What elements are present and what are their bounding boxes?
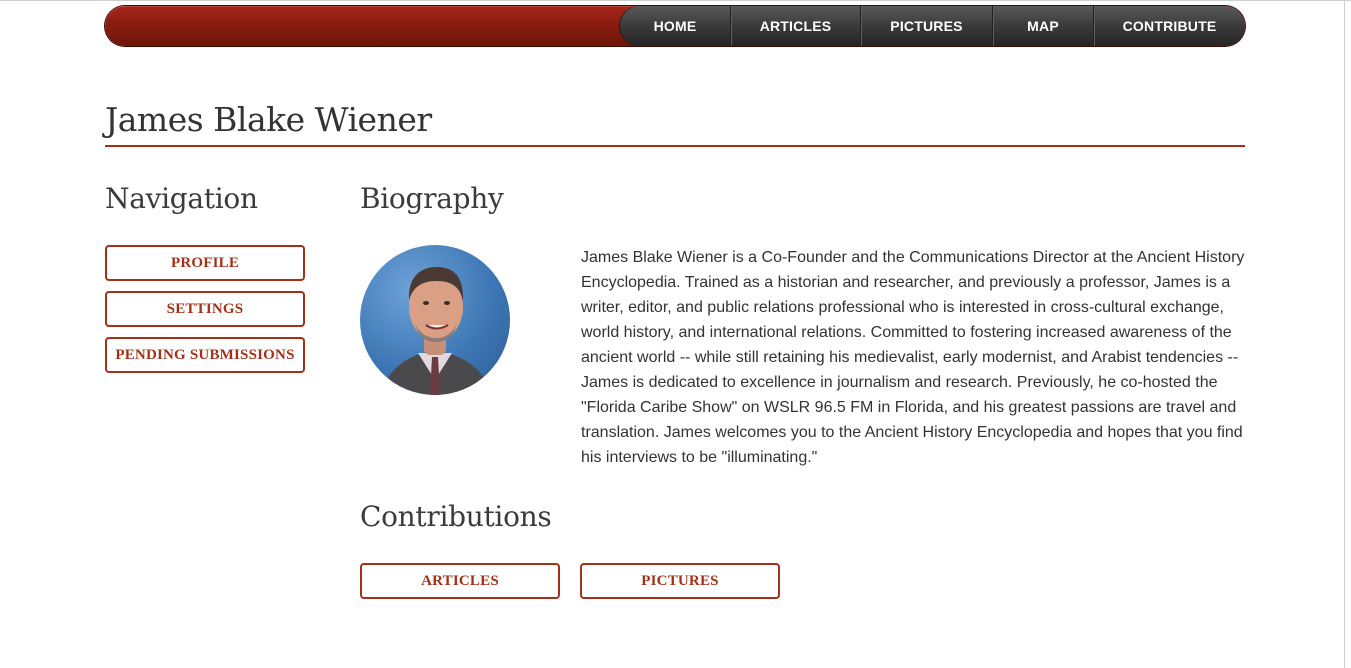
title-divider [105, 145, 1245, 147]
profile-button[interactable]: PROFILE [105, 245, 305, 281]
nav-map[interactable]: MAP [992, 6, 1093, 46]
nav-contribute[interactable]: CONTRIBUTE [1093, 6, 1245, 46]
avatar-portrait [380, 267, 492, 395]
contributions-pictures-button[interactable]: PICTURES [580, 563, 780, 599]
nav-pictures[interactable]: PICTURES [860, 6, 992, 46]
biography-text: James Blake Wiener is a Co-Founder and t… [581, 249, 1245, 466]
contributions-articles-button[interactable]: ARTICLES [360, 563, 560, 599]
biography-heading: Biography [360, 182, 504, 215]
contributions-heading: Contributions [360, 500, 552, 533]
page-title: James Blake Wiener [105, 100, 432, 139]
nav-home[interactable]: HOME [620, 6, 730, 46]
nav-menu: HOME ARTICLES PICTURES MAP CONTRIBUTE [620, 6, 1245, 46]
scrollbar-track[interactable] [1344, 0, 1345, 668]
navigation-heading: Navigation [105, 182, 258, 215]
nav-articles[interactable]: ARTICLES [730, 6, 860, 46]
pending-submissions-button[interactable]: PENDING SUBMISSIONS [105, 337, 305, 373]
window-top-border [0, 0, 1351, 1]
profile-avatar [360, 245, 510, 395]
settings-button[interactable]: SETTINGS [105, 291, 305, 327]
main-navbar: HOME ARTICLES PICTURES MAP CONTRIBUTE [105, 6, 1245, 46]
